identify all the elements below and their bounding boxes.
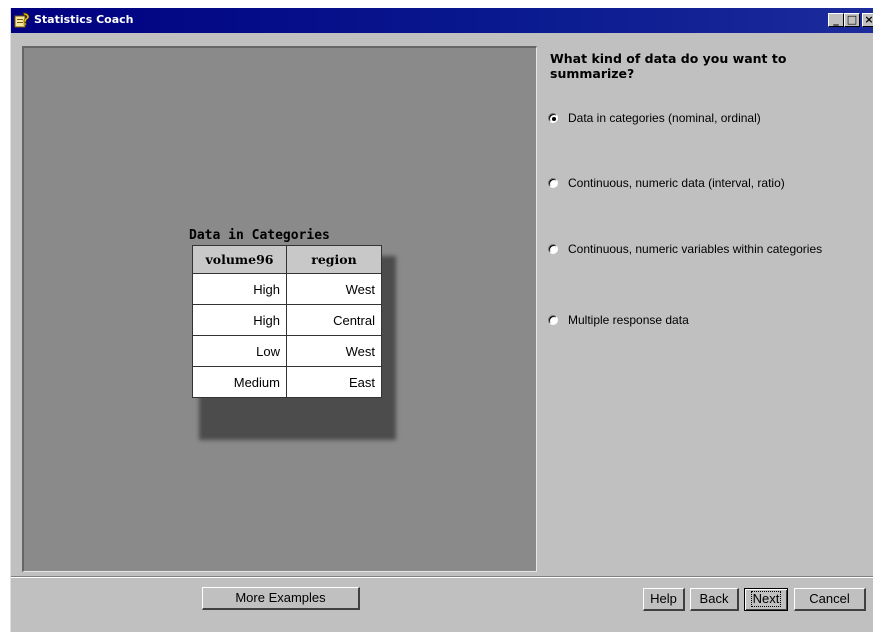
table-cell: West [286,273,382,305]
title-bar[interactable]: Statistics Coach _ □ × [11,8,873,33]
next-button-label: Next [750,591,782,607]
example-table-title: Data in Categories [189,228,330,243]
example-panel: Data in Categories volume96 region High … [22,46,537,572]
next-button[interactable]: Next [744,588,788,611]
maximize-button[interactable]: □ [844,13,860,27]
radio-button[interactable] [548,178,558,188]
question-heading: What kind of data do you want to summari… [550,51,787,81]
table-cell: High [192,304,287,336]
minimize-icon: _ [833,13,839,26]
help-button[interactable]: Help [643,588,685,611]
table-row: High West [192,273,382,305]
table-row: Medium East [192,366,382,398]
option-label[interactable]: Continuous, numeric variables within cat… [568,242,822,257]
example-data-table: volume96 region High West High Central L… [192,245,382,398]
table-cell: West [286,335,382,367]
option-label[interactable]: Continuous, numeric data (interval, rati… [568,176,785,191]
statistics-coach-window: Statistics Coach _ □ × Data in Categorie… [10,8,873,632]
table-header-row: volume96 region [192,245,382,274]
maximize-icon: □ [846,13,858,26]
column-header-volume96: volume96 [192,245,287,274]
option-label[interactable]: Multiple response data [568,313,689,328]
close-button[interactable]: × [862,13,873,27]
table-row: Low West [192,335,382,367]
statistics-coach-icon [14,12,30,28]
radio-button[interactable] [548,315,558,325]
minimize-button[interactable]: _ [828,13,844,27]
table-cell: High [192,273,287,305]
table-cell: Low [192,335,287,367]
table-cell: Central [286,304,382,336]
table-cell: Medium [192,366,287,398]
back-button[interactable]: Back [690,588,739,611]
radio-button[interactable] [548,113,558,123]
footer-separator [11,576,873,578]
table-row: High Central [192,304,382,336]
column-header-region: region [286,245,382,274]
radio-button[interactable] [548,244,558,254]
option-label[interactable]: Data in categories (nominal, ordinal) [568,111,761,126]
window-title: Statistics Coach [34,13,134,26]
cancel-button[interactable]: Cancel [794,588,866,611]
close-icon: × [864,13,873,26]
radio-selected-dot [552,117,556,121]
table-cell: East [286,366,382,398]
more-examples-button[interactable]: More Examples [202,587,360,610]
